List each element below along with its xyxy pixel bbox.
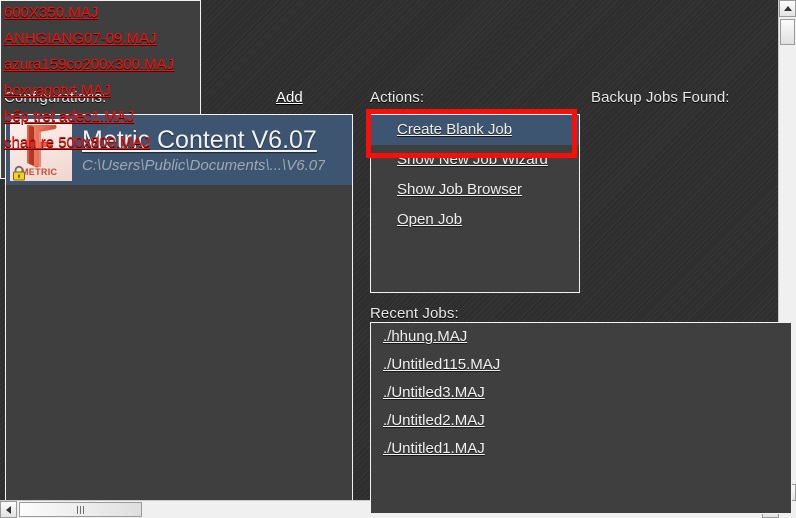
backup-job-label: bếp tret adec1.MAJ bbox=[4, 108, 135, 125]
recent-job-item[interactable]: ./hhung.MAJ bbox=[371, 323, 791, 351]
recent-job-label: ./Untitled115.MAJ bbox=[383, 356, 501, 373]
recent-job-item[interactable]: ./Untitled3.MAJ bbox=[371, 379, 791, 407]
recent-job-label: ./Untitled1.MAJ bbox=[383, 440, 485, 457]
recent-job-label: ./Untitled3.MAJ bbox=[383, 384, 485, 401]
backup-job-label: 600X350.MAJ bbox=[4, 4, 99, 21]
backup-job-label: azura159co200x300.MAJ bbox=[4, 56, 175, 73]
recent-job-label: ./hhung.MAJ bbox=[383, 328, 468, 345]
recent-job-label: ./Untitled2.MAJ bbox=[383, 412, 485, 429]
scroll-up-icon[interactable] bbox=[779, 0, 796, 17]
recent-jobs-label: Recent Jobs: bbox=[370, 305, 459, 322]
recent-jobs-list: ./hhung.MAJ ./Untitled115.MAJ ./Untitled… bbox=[370, 322, 792, 514]
backup-jobs-list: 600X350.MAJ ANHGIANG07-09.MAJ azura159co… bbox=[0, 0, 796, 518]
recent-job-item[interactable]: ./Untitled115.MAJ bbox=[371, 351, 791, 379]
scroll-left-icon[interactable] bbox=[0, 501, 17, 518]
backup-job-label: chan re 500x800.MAJ bbox=[4, 134, 150, 151]
backup-job-item[interactable]: bếp tret adec1.MAJ bbox=[0, 104, 778, 130]
backup-job-item[interactable]: azura159co200x300.MAJ bbox=[0, 52, 778, 78]
backup-job-item[interactable]: chan re 500x800.MAJ bbox=[0, 130, 778, 156]
vertical-scroll-thumb[interactable] bbox=[780, 19, 795, 45]
backup-job-item[interactable]: boxvagotvt.MAJ bbox=[0, 78, 778, 104]
recent-job-item[interactable]: ./Untitled1.MAJ bbox=[371, 435, 791, 463]
backup-job-label: boxvagotvt.MAJ bbox=[4, 82, 111, 99]
horizontal-scroll-thumb[interactable] bbox=[19, 502, 142, 517]
app-root: Configurations: Add METRIC Metric Conten… bbox=[0, 0, 796, 518]
backup-job-item[interactable]: 600X350.MAJ bbox=[0, 0, 778, 26]
recent-job-item[interactable]: ./Untitled2.MAJ bbox=[371, 407, 791, 435]
backup-job-label: ANHGIANG07-09.MAJ bbox=[4, 30, 157, 47]
backup-job-item[interactable]: ANHGIANG07-09.MAJ bbox=[0, 26, 778, 52]
